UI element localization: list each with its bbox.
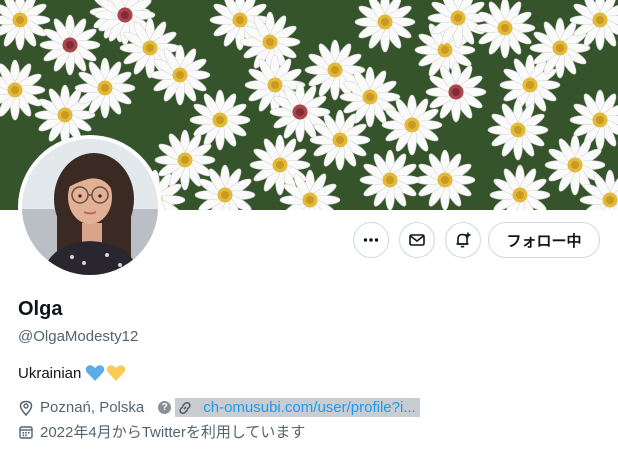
profile-joined-row: 2022年4月からTwitterを利用しています [18, 421, 305, 442]
more-button[interactable] [353, 222, 389, 258]
bio-text: Ukrainian [18, 364, 82, 382]
profile-bio: Ukrainian [18, 364, 126, 382]
location-pin-icon [19, 400, 33, 416]
bell-plus-icon [456, 232, 471, 248]
more-dots-icon [363, 238, 379, 242]
profile-location: Poznań, Polska [40, 399, 145, 416]
yellow-heart-icon [107, 365, 126, 381]
following-button[interactable]: フォロー中 [488, 222, 600, 258]
link-chain-icon [179, 401, 191, 414]
message-button[interactable] [399, 222, 435, 258]
blue-heart-icon [86, 365, 105, 381]
profile-joined-date: 2022年4月からTwitterを利用しています [40, 424, 306, 441]
profile-link-text[interactable]: ch-omusubi.com/user/profile?i... [203, 399, 416, 416]
calendar-icon [19, 425, 33, 439]
profile-avatar[interactable] [18, 135, 162, 279]
envelope-icon [409, 234, 425, 246]
question-badge-icon[interactable]: ? [158, 401, 172, 414]
profile-name: Olga [18, 298, 63, 320]
profile-handle: @OlgaModesty12 [18, 328, 139, 345]
profile-link[interactable]: ch-omusubi.com/user/profile?i... [175, 398, 420, 417]
notify-button[interactable] [445, 222, 481, 258]
bio-hearts [85, 364, 126, 382]
profile-meta-row: Poznań, Polska ? ch-omusubi.com/user/pro… [18, 398, 420, 417]
